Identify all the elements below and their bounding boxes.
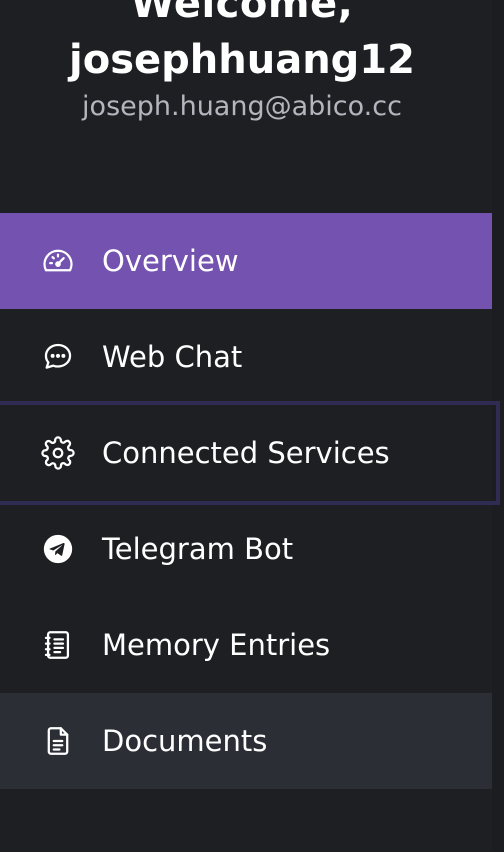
nav-item-label: Telegram Bot (102, 532, 294, 566)
nav-item-label: Overview (102, 244, 239, 278)
sidebar-nav: Overview Web Chat Connected Services Tel… (0, 213, 500, 789)
nav-item-label: Memory Entries (102, 628, 331, 662)
dashboard-gauge-icon (40, 243, 76, 279)
chat-bubble-icon (40, 339, 76, 375)
nav-item-connected-services[interactable]: Connected Services (0, 401, 500, 505)
nav-item-label: Web Chat (102, 340, 243, 374)
nav-item-memory-entries[interactable]: Memory Entries (0, 597, 492, 693)
nav-item-label: Documents (102, 724, 268, 758)
gear-icon (40, 435, 76, 471)
user-email: joseph.huang@abico.cc (82, 91, 402, 122)
nav-item-telegram-bot[interactable]: Telegram Bot (0, 501, 492, 597)
nav-item-web-chat[interactable]: Web Chat (0, 309, 492, 405)
nav-item-documents[interactable]: Documents (0, 693, 492, 789)
welcome-text: Welcome, (130, 0, 354, 27)
welcome-header: Welcome, josephhuang12 joseph.huang@abic… (0, 0, 484, 124)
sidebar: Welcome, josephhuang12 joseph.huang@abic… (0, 0, 504, 852)
document-icon (40, 723, 76, 759)
nav-item-label: Connected Services (102, 436, 390, 470)
nav-item-overview[interactable]: Overview (0, 213, 492, 309)
notebook-icon (40, 627, 76, 663)
telegram-icon (40, 531, 76, 567)
username: josephhuang12 (69, 37, 415, 83)
